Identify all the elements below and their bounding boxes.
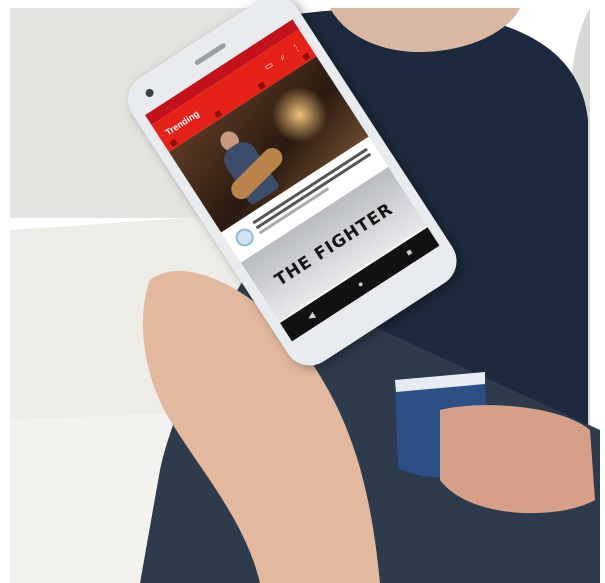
- earpiece-speaker: [193, 42, 227, 67]
- right-hand: [440, 405, 595, 514]
- cast-icon[interactable]: ▭: [262, 59, 275, 72]
- more-vert-icon[interactable]: ⋮: [290, 41, 303, 54]
- stage-lights: [258, 73, 342, 157]
- home-icon[interactable]: ●: [355, 278, 365, 289]
- front-camera: [144, 87, 156, 99]
- back-icon[interactable]: ◀: [305, 310, 316, 322]
- recents-icon[interactable]: ■: [404, 246, 414, 257]
- search-icon[interactable]: ⌕: [277, 51, 287, 62]
- photo-scene: Trending ▭ ⌕ ⋮ THE FIGHTER ◀ ● ■: [0, 0, 605, 583]
- channel-avatar[interactable]: [232, 225, 258, 250]
